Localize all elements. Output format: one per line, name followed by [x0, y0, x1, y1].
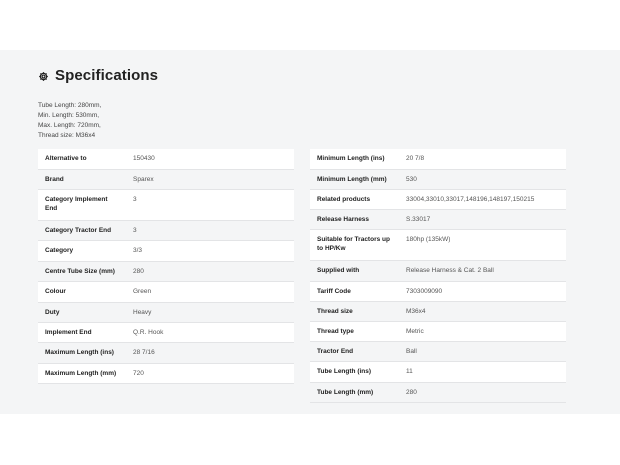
section-header: Specifications: [38, 65, 158, 87]
spec-value: 3/3: [133, 247, 143, 254]
spec-value: 280: [406, 389, 417, 396]
spec-value: 7303009090: [406, 288, 443, 295]
spec-row: Tractor End Ball: [310, 341, 566, 362]
spec-row: Release Harness S.33017: [310, 209, 566, 230]
spec-label: Tractor End: [317, 348, 354, 355]
summary-line: Min. Length: 530mm,: [38, 112, 100, 119]
spec-label: Colour: [45, 288, 66, 295]
spec-label: Maximum Length (mm): [45, 370, 117, 377]
spec-row: Related products 33004,33010,33017,148196…: [310, 189, 566, 210]
spec-row: Duty Heavy: [38, 302, 294, 323]
spec-value: 20 7/8: [406, 155, 425, 162]
spec-row: Tariff Code 7303009090: [310, 281, 566, 302]
spec-label: Tariff Code: [317, 288, 351, 295]
spec-row: Maximum Length (ins) 28 7/16: [38, 342, 294, 364]
spec-label: Alternative to: [45, 155, 87, 162]
spec-row: Category Implement End 3: [38, 189, 294, 221]
spec-label: Related products: [317, 196, 371, 203]
spec-row: Suitable for Tractors up to HP/Kw 180hp (…: [310, 229, 566, 261]
spec-label: Minimum Length (ins): [317, 155, 385, 162]
spec-label: Duty: [45, 309, 60, 316]
spec-value: 720: [133, 370, 144, 377]
summary-text: Tube Length: 280mm, Min. Length: 530mm, …: [38, 101, 101, 141]
specs-table-right: Minimum Length (ins) 20 7/8 Minimum Length…: [310, 149, 566, 403]
spec-label: Release Harness: [317, 216, 370, 223]
spec-row: Category Tractor End 3: [38, 220, 294, 241]
spec-value: 11: [406, 368, 413, 375]
spec-row: Minimum Length (mm) 530: [310, 169, 566, 190]
spec-label: Category Tractor End: [45, 227, 112, 234]
spec-row: Category 3/3: [38, 240, 294, 262]
spec-row: Maximum Length (mm) 720: [38, 363, 294, 384]
spec-value: M36x4: [406, 308, 426, 315]
spec-value: Heavy: [133, 309, 152, 316]
spec-row: Alternative to 150430: [38, 149, 294, 170]
spec-label: Implement End: [45, 329, 92, 336]
spec-label: Minimum Length (mm): [317, 176, 387, 183]
summary-line: Tube Length: 280mm,: [38, 102, 102, 109]
spec-value: 530: [406, 176, 417, 183]
spec-value: Green: [133, 288, 152, 295]
spec-label: Centre Tube Size (mm): [45, 268, 115, 275]
spec-row: Supplied with Release Harness & Cat. 2 Ba…: [310, 260, 566, 282]
spec-row: Tube Length (mm) 280: [310, 382, 566, 403]
spec-value: 150430: [133, 155, 155, 162]
spec-value: Release Harness & Cat. 2 Ball: [406, 267, 494, 274]
spec-value: Metric: [406, 328, 424, 335]
spec-value: S.33017: [406, 216, 431, 223]
spec-label: Tube Length (ins): [317, 368, 372, 375]
spec-value: Sparex: [133, 176, 154, 183]
spec-value: 28 7/16: [133, 349, 155, 356]
spec-label: Brand: [45, 176, 64, 183]
spec-value: 280: [133, 268, 144, 275]
spec-value: 3: [133, 196, 137, 203]
spec-row: Centre Tube Size (mm) 280: [38, 261, 294, 282]
spec-row: Colour Green: [38, 281, 294, 303]
summary-line: Thread size: M36x4: [38, 132, 96, 139]
spec-value: Ball: [406, 348, 417, 355]
spec-row: Implement End Q.R. Hook: [38, 322, 294, 343]
spec-label: Suitable for Tractors up to HP/Kw: [317, 236, 390, 252]
specs-table-left: Alternative to 150430 Brand Sparex Category …: [38, 149, 294, 384]
spec-label: Thread size: [317, 308, 353, 315]
spec-label: Thread type: [317, 328, 354, 335]
section-title: Specifications: [55, 67, 159, 84]
spec-row: Tube Length (ins) 11: [310, 361, 566, 383]
spec-value: 3: [133, 227, 137, 234]
gear-icon: [38, 71, 49, 82]
spec-row: Minimum Length (ins) 20 7/8: [310, 149, 566, 170]
spec-value: Q.R. Hook: [133, 329, 164, 336]
spec-label: Category: [45, 247, 74, 254]
spec-row: Brand Sparex: [38, 169, 294, 190]
spec-label: Tube Length (mm): [317, 389, 374, 396]
spec-row: Thread type Metric: [310, 321, 566, 342]
spec-value: 33004,33010,33017,148196,148197,150215: [406, 196, 535, 203]
spec-label: Maximum Length (ins): [45, 349, 114, 356]
summary-line: Max. Length: 720mm,: [38, 122, 101, 129]
spec-label: Supplied with: [317, 267, 360, 274]
spec-label: Category Implement End: [45, 196, 108, 212]
spec-value: 180hp (135kW): [406, 236, 451, 243]
spec-row: Thread size M36x4: [310, 301, 566, 322]
